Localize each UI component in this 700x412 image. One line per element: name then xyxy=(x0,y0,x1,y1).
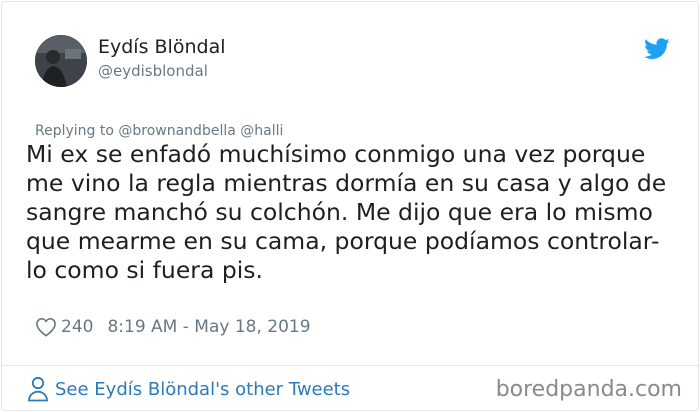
tweet-text-line: Mi ex se enfadó muchísimo conmigo una ve… xyxy=(26,140,646,168)
author-handle[interactable]: @eydisblondal xyxy=(98,62,208,80)
person-icon xyxy=(28,376,48,402)
avatar[interactable] xyxy=(35,35,87,87)
tweet-text-line: lo como si fuera pis. xyxy=(26,256,263,284)
divider xyxy=(2,365,698,366)
see-other-tweets-link[interactable]: See Eydís Blöndal's other Tweets xyxy=(27,376,350,402)
tweet-card: Eydís Blöndal @eydisblondal Replying to … xyxy=(1,1,699,411)
author-display-name[interactable]: Eydís Blöndal xyxy=(98,36,226,58)
tweet-timestamp[interactable]: 8:19 AM - May 18, 2019 xyxy=(107,317,310,337)
twitter-bird-icon[interactable] xyxy=(644,38,670,60)
tweet-text-line: que mearme en su cama, porque podíamos c… xyxy=(26,227,660,255)
see-other-tweets-label[interactable]: See Eydís Blöndal's other Tweets xyxy=(55,379,350,400)
watermark: boredpanda.com xyxy=(495,377,682,402)
tweet-text-line: sangre manchó su colchón. Me dijo que er… xyxy=(26,198,653,226)
tweet-text: Mi ex se enfadó muchísimo conmigo una ve… xyxy=(26,140,698,285)
tweet-text-line: me vino la regla mientras dormía en su c… xyxy=(26,169,667,197)
heart-icon[interactable] xyxy=(35,317,57,337)
reply-context[interactable]: Replying to @brownandbella @halli xyxy=(35,123,283,139)
tweet-meta: 240 8:19 AM - May 18, 2019 xyxy=(35,315,311,339)
like-count[interactable]: 240 xyxy=(61,317,93,337)
